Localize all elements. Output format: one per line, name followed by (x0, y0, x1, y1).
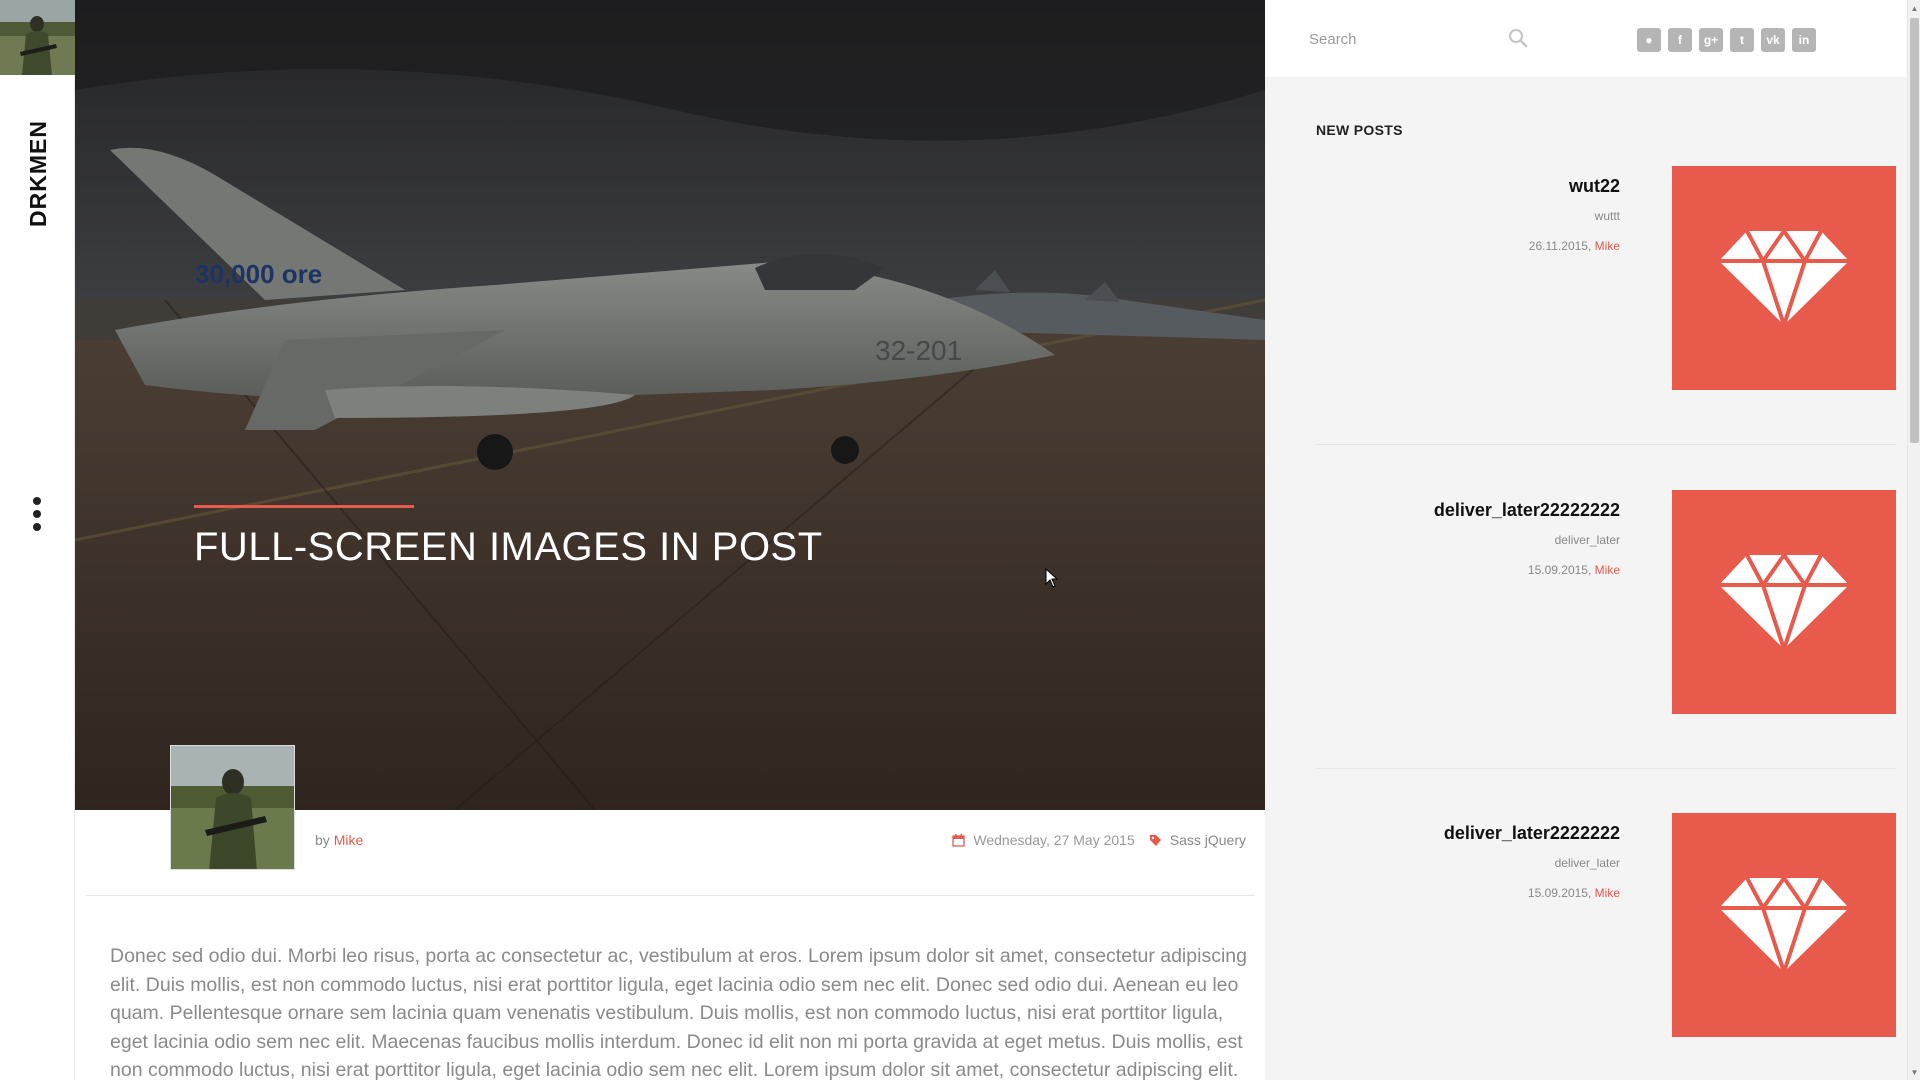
author-avatar[interactable] (170, 745, 295, 870)
github-icon[interactable]: ● (1637, 28, 1661, 52)
sidebar-panel: ● f g+ t vk in NEW POSTS wut22 wuttt 26.… (1265, 0, 1907, 1080)
new-post-card[interactable]: deliver_later22222222 deliver_later 15.0… (1316, 490, 1896, 714)
new-post-date-text: 26.11.2015, (1528, 239, 1592, 253)
title-accent-line (194, 505, 414, 508)
calendar-icon (952, 833, 966, 847)
new-post-thumbnail[interactable] (1672, 813, 1896, 1037)
new-post-date-text: 15.09.2015, (1527, 563, 1592, 577)
scroll-thumb[interactable] (1910, 18, 1919, 443)
facebook-icon[interactable]: f (1668, 28, 1692, 52)
new-post-date-text: 15.09.2015, (1527, 886, 1592, 900)
search-input[interactable] (1309, 22, 1519, 56)
meta-divider (85, 895, 1255, 896)
new-post-date: 26.11.2015, Mike (1529, 239, 1620, 253)
new-post-title[interactable]: deliver_later2222222 (1444, 823, 1620, 844)
new-post-author[interactable]: Mike (1595, 886, 1620, 900)
new-post-excerpt: deliver_later (1554, 856, 1620, 870)
linkedin-icon[interactable]: in (1792, 28, 1816, 52)
brand-name: DRKMEN (24, 119, 51, 227)
post-info: wut22 wuttt 26.11.2015, Mike (1529, 176, 1620, 253)
google-plus-icon[interactable]: g+ (1699, 28, 1723, 52)
diamond-icon (1719, 876, 1849, 974)
post-body: Donec sed odio dui. Morbi leo risus, por… (110, 945, 1247, 1080)
new-post-title[interactable]: deliver_later22222222 (1434, 500, 1620, 521)
tag-icon (1149, 834, 1161, 846)
mouse-cursor-icon (1045, 568, 1059, 588)
avatar[interactable] (0, 0, 75, 75)
page: DRKMEN 30,000 ore 32-201 FULL-SCREEN IMA… (0, 0, 1920, 1080)
new-post-card[interactable]: wut22 wuttt 26.11.2015, Mike (1316, 166, 1896, 390)
new-post-excerpt: wuttt (1594, 209, 1620, 223)
new-posts-heading: NEW POSTS (1316, 122, 1403, 138)
post-tags[interactable]: Sass jQuery (1170, 832, 1246, 848)
new-post-author[interactable]: Mike (1595, 563, 1620, 577)
new-post-thumbnail[interactable] (1672, 490, 1896, 714)
new-post-excerpt: deliver_later (1554, 533, 1620, 547)
post-date: Wednesday, 27 May 2015 (973, 832, 1135, 848)
diamond-icon (1719, 229, 1849, 327)
by-label: by (315, 832, 330, 848)
post-divider (1316, 768, 1896, 769)
new-post-date: 15.09.2015, Mike (1444, 886, 1620, 900)
menu-dots-icon[interactable] (28, 497, 46, 531)
twitter-icon[interactable]: t (1730, 28, 1754, 52)
scroll-up-arrow-icon[interactable]: ▲ (1908, 0, 1920, 16)
left-rail: DRKMEN (0, 0, 75, 1080)
new-post-author[interactable]: Mike (1595, 239, 1620, 253)
new-post-thumbnail[interactable] (1672, 166, 1896, 390)
hero-image: 30,000 ore 32-201 FULL-SCREEN IMAGES IN … (75, 0, 1265, 810)
brand-logo[interactable]: DRKMEN (16, 118, 60, 228)
post-info: deliver_later22222222 deliver_later 15.0… (1434, 500, 1620, 577)
sidebar-header: ● f g+ t vk in (1265, 0, 1907, 77)
social-links: ● f g+ t vk in (1637, 28, 1816, 52)
post-info: deliver_later2222222 deliver_later 15.09… (1444, 823, 1620, 900)
post-title: FULL-SCREEN IMAGES IN POST (194, 525, 823, 569)
post-divider (1316, 444, 1896, 445)
new-post-title[interactable]: wut22 (1529, 176, 1620, 197)
author-link[interactable]: Mike (334, 832, 364, 848)
new-post-date: 15.09.2015, Mike (1434, 563, 1620, 577)
vk-icon[interactable]: vk (1761, 28, 1785, 52)
post-byline: by Mike (315, 832, 363, 848)
post-meta: Wednesday, 27 May 2015 Sass jQuery (952, 832, 1246, 848)
scroll-down-arrow-icon[interactable]: ▼ (1908, 1064, 1920, 1080)
scrollbar[interactable]: ▲ ▼ (1907, 0, 1920, 1080)
diamond-icon (1719, 553, 1849, 651)
search-icon[interactable] (1508, 28, 1528, 48)
new-post-card[interactable]: deliver_later2222222 deliver_later 15.09… (1316, 813, 1896, 1037)
